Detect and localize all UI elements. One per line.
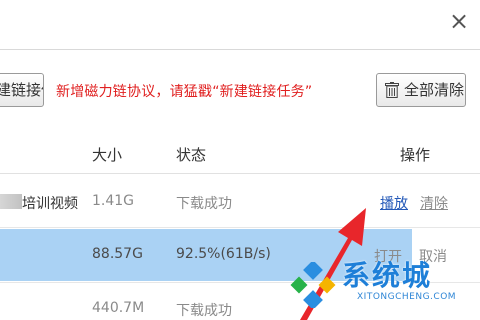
blurred-name-prefix	[0, 194, 22, 209]
play-link[interactable]: 播放	[380, 193, 408, 213]
task-name: 培训视频	[22, 196, 78, 212]
task-size: 88.57G	[92, 246, 143, 262]
close-icon[interactable]: ×	[446, 6, 472, 36]
magnet-notice: 新增磁力链协议，请猛戳“新建链接任务”	[56, 84, 313, 100]
clear-link[interactable]: 清除	[420, 193, 448, 213]
table-row[interactable]: 培训视频 1.41G 下载成功 播放 清除	[0, 176, 480, 228]
watermark-url: XITONGCHENG.COM	[357, 292, 457, 302]
task-status: 下载成功	[176, 303, 232, 319]
clear-all-button[interactable]: 全部清除	[376, 73, 466, 107]
header-actions: 操作	[400, 146, 431, 164]
task-status: 下载成功	[176, 196, 232, 212]
task-size: 1.41G	[92, 193, 135, 209]
task-status: 92.5%(61B/s)	[176, 246, 271, 262]
header-status: 状态	[176, 146, 207, 164]
clear-all-label: 全部清除	[404, 81, 465, 99]
title-bar: ×	[0, 0, 480, 50]
watermark-text: 系统城	[342, 259, 433, 292]
task-size: 440.7M	[92, 300, 145, 316]
toolbar: 新建链接任务 新增磁力链协议，请猛戳“新建链接任务” 全部清除	[0, 51, 480, 126]
trash-icon	[385, 82, 399, 98]
table-header: 大小 状态 操作	[0, 126, 480, 174]
watermark-logo-icon	[290, 262, 336, 308]
header-size: 大小	[92, 146, 123, 164]
new-link-task-button[interactable]: 新建链接任务	[0, 73, 44, 107]
